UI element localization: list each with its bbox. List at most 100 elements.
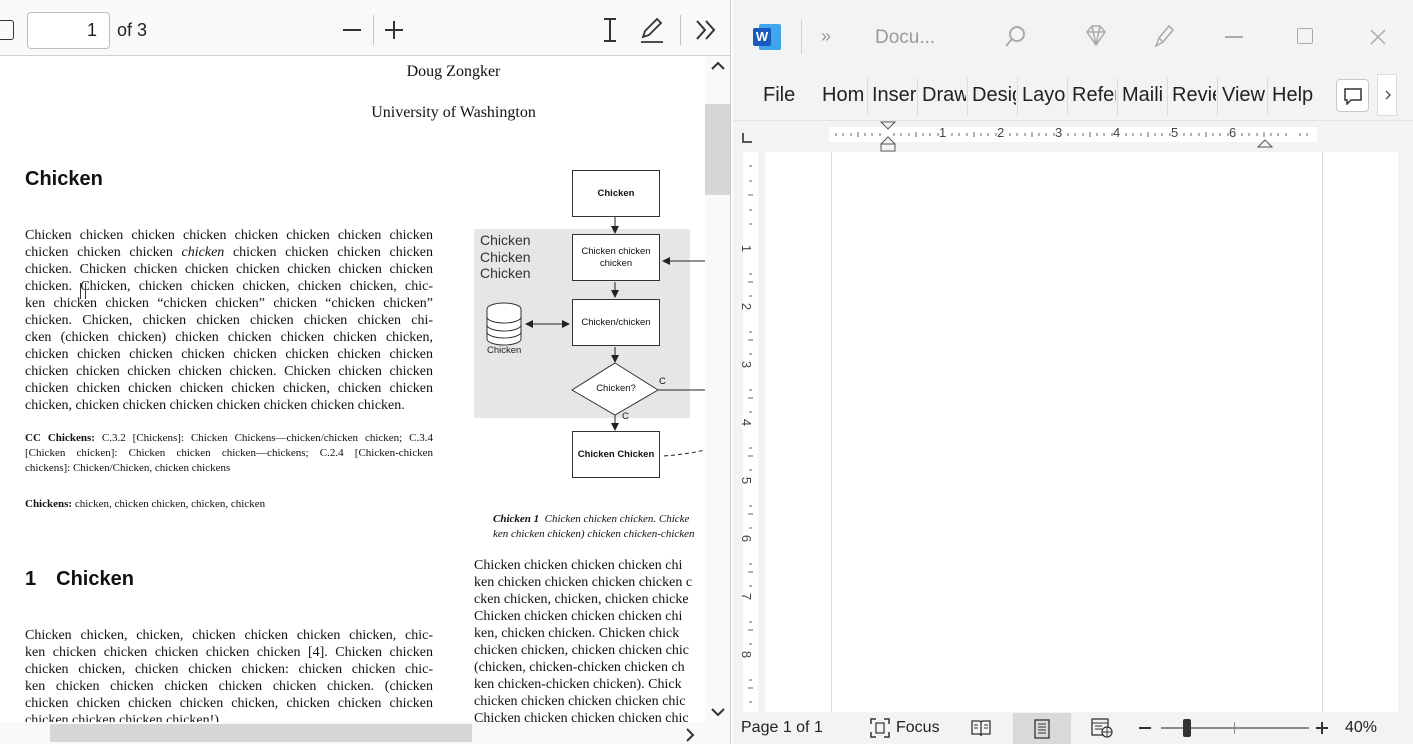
figure-caption: Chicken 1 Chicken chicken chicken. Chick… [493, 512, 705, 542]
text-line: ken chicken chicken chicken chicken c [474, 575, 693, 590]
text-select-button[interactable] [598, 14, 622, 46]
text-line: chicken. Chicken, chicken chicken chicke… [25, 279, 433, 294]
caption-text: Chicken chicken chicken. Chicke [544, 513, 690, 525]
text-span: chicken chicken chicken [25, 245, 182, 260]
page-count-status[interactable]: Page 1 of 1 [741, 719, 823, 737]
vertical-ruler[interactable]: 1 2 3 4 5 6 7 8 [733, 152, 765, 712]
scrollbar-thumb[interactable] [50, 724, 472, 742]
cc-label: CC Chickens: [25, 432, 95, 444]
tab-separator [917, 78, 918, 116]
vertical-ruler-ticks [748, 165, 753, 703]
text-line: chicken chicken chicken chicken chicken.… [25, 364, 433, 379]
tab-view[interactable]: View [1222, 84, 1270, 107]
margin-guide-right [1322, 152, 1323, 712]
indent-markers[interactable] [879, 121, 897, 153]
document-page[interactable] [765, 152, 1398, 712]
zoom-slider-thumb[interactable] [1183, 719, 1191, 737]
text-line: cken (chicken chicken) chicken chicken c… [25, 330, 433, 345]
comments-button[interactable] [1336, 79, 1369, 112]
tab-layout[interactable]: Layo [1022, 84, 1066, 107]
focus-button[interactable]: Focus [869, 716, 940, 740]
text-line: ken chicken chicken chicken chicken chic… [25, 679, 433, 694]
scroll-right-icon[interactable] [684, 727, 696, 743]
text-line: Chicken chicken chicken chicken chicken … [25, 228, 433, 243]
document-title[interactable]: Docu... [875, 27, 935, 49]
sidebar-toggle-icon[interactable] [0, 20, 14, 40]
tab-file[interactable]: File [763, 84, 799, 107]
ruler-number: 4 [1113, 125, 1121, 140]
ruler-number: 6 [1229, 125, 1237, 140]
zoom-in-button[interactable] [1315, 721, 1329, 735]
page-total-label: of 3 [117, 20, 148, 40]
scrollbar-thumb[interactable] [705, 104, 730, 195]
keywords-label: Chickens: [25, 498, 73, 510]
tab-home[interactable]: Hom [822, 84, 866, 107]
section-paragraph: Chicken chicken, chicken, chicken chicke… [25, 627, 433, 722]
horizontal-ruler[interactable]: 1 2 3 4 5 6 [733, 120, 1413, 152]
plus-icon-vertical [1321, 722, 1323, 734]
text-line: chicken chicken chicken chicken chic [474, 694, 686, 709]
cc-chickens-paragraph: CC Chickens: C.3.2 [Chickens]: Chicken C… [25, 431, 433, 476]
tab-draw[interactable]: Draw [922, 84, 966, 107]
draw-button[interactable] [638, 14, 666, 46]
double-chevron-right-icon [696, 20, 716, 40]
text-span: C.3.2 [Chickens]: Chicken Chickens—chick… [94, 432, 434, 444]
toolbar-divider-2 [680, 15, 681, 45]
text-line: Chicken chicken, chicken, chicken chicke… [25, 628, 433, 643]
focus-label: Focus [896, 719, 940, 736]
qat-more-icon[interactable]: » [821, 26, 831, 47]
more-tools-button[interactable] [692, 14, 720, 46]
pdf-viewer-pane: 1 of 3 Doug Zongker University of Washin… [0, 0, 731, 744]
word-logo-icon: W [753, 24, 781, 50]
comment-icon [1344, 88, 1362, 105]
scroll-down-icon[interactable] [710, 706, 726, 718]
close-icon[interactable] [1369, 28, 1387, 46]
maximize-button[interactable] [1297, 28, 1313, 44]
text-line: ken chicken-chicken chicken). Chick [474, 677, 682, 692]
ribbon-scroll-button[interactable] [1377, 74, 1397, 116]
text-line: chicken. Chicken, chicken chicken chicke… [25, 313, 433, 328]
text-line: chickens]: Chicken/Chicken, chicken chic… [25, 462, 231, 474]
text-line: ken, chicken chicken. Chicken chick [474, 626, 680, 641]
web-layout-icon[interactable] [1090, 717, 1114, 739]
text-line: chicken chicken, chicken chicken chicken… [25, 662, 433, 677]
pdf-vertical-scrollbar[interactable] [705, 56, 730, 722]
tab-selector[interactable] [742, 133, 752, 143]
edge-label-right: C [659, 376, 666, 387]
section-number: 1 [25, 568, 37, 590]
diamond-icon[interactable] [1083, 24, 1109, 48]
right-indent-marker[interactable] [1256, 135, 1274, 149]
text-line: Chicken chicken chicken chicken chi [474, 558, 683, 573]
tab-mailings[interactable]: Maili [1122, 84, 1166, 107]
pdf-horizontal-scrollbar[interactable] [0, 722, 730, 744]
zoom-out-button[interactable] [1139, 727, 1151, 729]
word-window: W » Docu... File Hom Inser Draw Desig La… [733, 0, 1413, 744]
zoom-in-button[interactable] [382, 14, 406, 46]
tab-insert[interactable]: Inser [872, 84, 916, 107]
zoom-level[interactable]: 40% [1345, 719, 1377, 737]
tab-design[interactable]: Desig [972, 84, 1016, 107]
text-line: (chicken, chicken-chicken chicken ch [474, 660, 685, 675]
flowchart-box-top: Chicken [572, 170, 660, 217]
search-icon[interactable] [1003, 24, 1027, 50]
tab-help[interactable]: Help [1272, 84, 1320, 107]
text-line: ken chicken chicken chicken chicken chic… [25, 645, 433, 660]
toolbar-divider [373, 15, 374, 45]
tab-references[interactable]: Refer [1072, 84, 1116, 107]
pdf-page: Doug Zongker University of Washington Ch… [0, 56, 705, 722]
ruler-number: 3 [1055, 125, 1063, 140]
zoom-out-button[interactable] [340, 14, 364, 46]
designer-pen-icon[interactable] [1151, 22, 1177, 50]
scroll-up-icon[interactable] [710, 60, 726, 72]
tab-review[interactable]: Revie [1172, 84, 1216, 107]
text-cursor-icon [80, 283, 86, 299]
page-number-input[interactable]: 1 [27, 12, 110, 49]
print-layout-button[interactable] [1013, 713, 1071, 744]
read-mode-icon[interactable] [970, 718, 992, 738]
flowchart-box-bottom: Chicken Chicken [572, 431, 660, 478]
tab-separator [1217, 78, 1218, 116]
text-line: chicken chicken chicken chicken!) [25, 713, 219, 722]
text-line: chicken chicken chicken chicken chicken … [25, 244, 433, 261]
database-label: Chicken [487, 345, 522, 356]
minimize-button[interactable] [1225, 36, 1243, 38]
